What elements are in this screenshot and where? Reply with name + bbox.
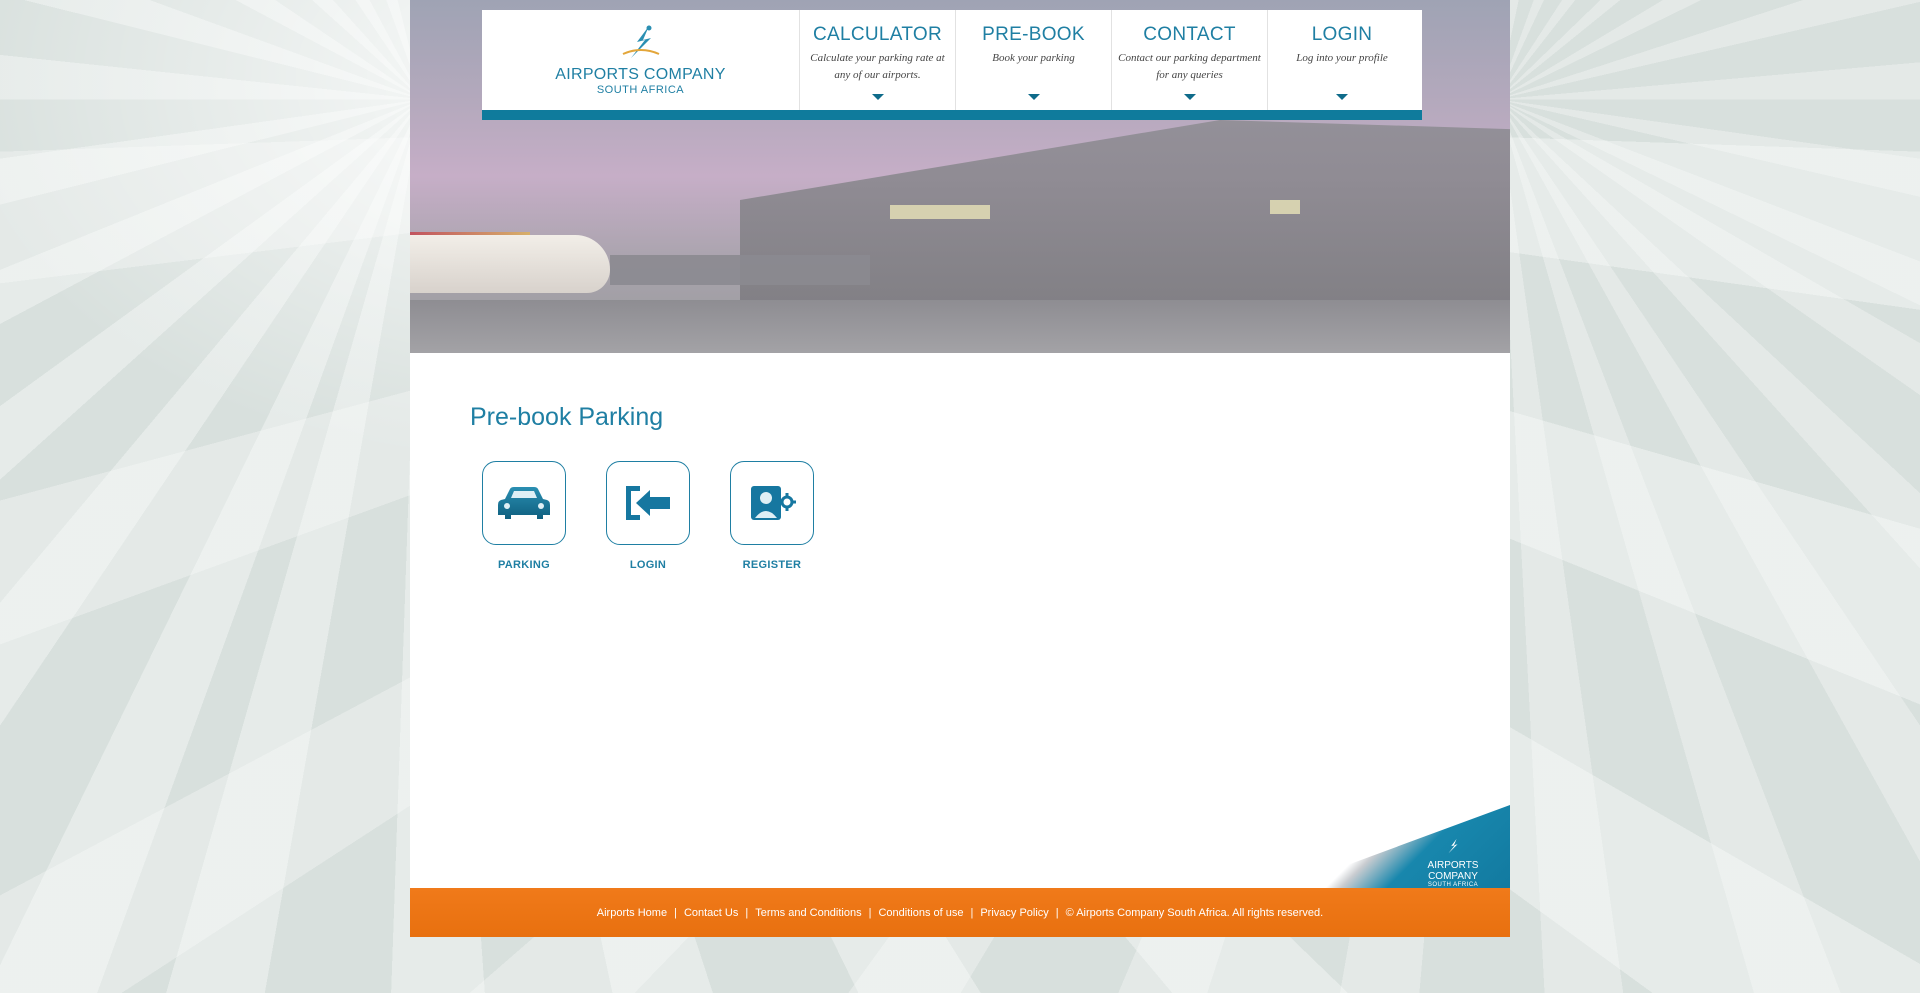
hero-lights: [1270, 200, 1300, 214]
tile-label: REGISTER: [742, 559, 802, 571]
corner-logo: AIRPORTS COMPANY SOUTH AFRICA: [1408, 838, 1498, 888]
airports-logo-icon: [1448, 838, 1458, 854]
user-profile-icon: [751, 486, 796, 520]
page-container: AIRPORTS COMPANY SOUTH AFRICA CALCULATOR…: [410, 0, 1510, 937]
nav-title: CALCULATOR: [813, 24, 942, 45]
car-icon: [498, 487, 550, 519]
footer-link-terms[interactable]: Terms and Conditions: [755, 907, 861, 919]
corner-logo-name: AIRPORTS COMPANY: [1427, 860, 1479, 882]
nav-description: Calculate your parking rate at any of ou…: [810, 52, 945, 81]
footer-link-conditions-of-use[interactable]: Conditions of use: [878, 907, 963, 919]
nav-pre-book[interactable]: PRE-BOOK Book your parking: [956, 10, 1112, 110]
login-tile[interactable]: LOGIN: [606, 461, 690, 571]
nav-title: LOGIN: [1311, 24, 1373, 45]
nav-contact[interactable]: CONTACT Contact our parking department f…: [1112, 10, 1268, 110]
parking-tile[interactable]: PARKING: [482, 461, 566, 571]
site-footer: Airports Home | Contact Us | Terms and C…: [410, 888, 1510, 937]
hero-jet-bridge: [610, 255, 870, 285]
site-header: AIRPORTS COMPANY SOUTH AFRICA CALCULATOR…: [482, 10, 1422, 120]
footer-separator: |: [1055, 906, 1059, 919]
action-tiles: PARKING LOGIN REGISTER: [482, 461, 814, 571]
footer-separator: |: [868, 906, 872, 919]
tile-label: LOGIN: [629, 559, 667, 571]
nav-login[interactable]: LOGIN Log into your profile: [1268, 10, 1416, 110]
register-tile[interactable]: REGISTER: [730, 461, 814, 571]
caret-down-icon: [871, 94, 884, 100]
airports-logo-icon: [622, 25, 659, 58]
footer-link-privacy-policy[interactable]: Privacy Policy: [980, 907, 1048, 919]
hero-tarmac: [410, 300, 1510, 353]
tile-label: PARKING: [497, 559, 550, 571]
footer-separator: |: [745, 906, 749, 919]
nav-description: Book your parking: [992, 52, 1075, 64]
footer-separator: |: [674, 906, 677, 919]
nav-calculator[interactable]: CALCULATOR Calculate your parking rate a…: [800, 10, 956, 110]
hero-plane: [410, 235, 610, 293]
nav-description: Log into your profile: [1296, 52, 1388, 64]
register-button[interactable]: [730, 461, 814, 545]
nav-title: PRE-BOOK: [982, 24, 1085, 45]
logo-subtitle: SOUTH AFRICA: [596, 84, 685, 96]
login-button[interactable]: [606, 461, 690, 545]
footer-separator: |: [970, 906, 974, 919]
site-logo[interactable]: AIRPORTS COMPANY SOUTH AFRICA: [482, 10, 800, 110]
nav-title: CONTACT: [1143, 24, 1236, 45]
login-arrow-icon: [626, 486, 670, 520]
logo-name: AIRPORTS COMPANY: [555, 66, 726, 83]
caret-down-icon: [1336, 94, 1348, 100]
nav-description: Contact our parking department for any q…: [1118, 52, 1261, 81]
parking-button[interactable]: [482, 461, 566, 545]
footer-link-airports-home[interactable]: Airports Home: [597, 907, 667, 919]
page-title: Pre-book Parking: [470, 403, 664, 431]
hero-terminal-building: [740, 120, 1510, 320]
footer-copyright: © Airports Company South Africa. All rig…: [1065, 906, 1324, 919]
caret-down-icon: [1183, 94, 1196, 100]
footer-link-contact-us[interactable]: Contact Us: [684, 907, 738, 919]
caret-down-icon: [1027, 94, 1040, 100]
hero-lights: [890, 205, 990, 219]
